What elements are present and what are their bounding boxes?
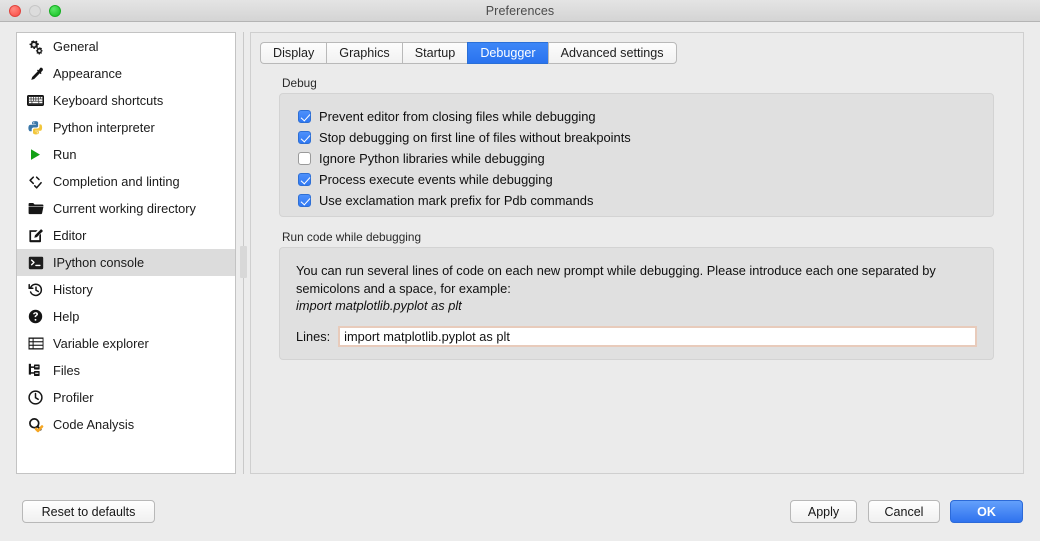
checkbox-checked-icon[interactable] [298, 194, 311, 207]
tab-graphics[interactable]: Graphics [326, 42, 402, 64]
checkbox-label: Ignore Python libraries while debugging [319, 151, 545, 166]
debug-checkbox-row[interactable]: Use exclamation mark prefix for Pdb comm… [298, 190, 993, 211]
dialog-body: General Appearance Keyboard shortcuts Pytho… [0, 22, 1040, 482]
sidebar-item-ipython-console[interactable]: IPython console [17, 249, 235, 276]
code-brackets-icon [27, 173, 44, 190]
sidebar-item-label: Editor [53, 228, 87, 243]
description-example: import matplotlib.pyplot as plt [296, 298, 462, 313]
preferences-sidebar[interactable]: General Appearance Keyboard shortcuts Pytho… [16, 32, 236, 474]
run-code-description: You can run several lines of code on eac… [296, 262, 977, 315]
sidebar-item-history[interactable]: History [17, 276, 235, 303]
folder-icon [27, 200, 44, 217]
sidebar-item-label: Help [53, 309, 80, 324]
console-prompt-icon [27, 254, 44, 271]
run-code-group-title: Run code while debugging [282, 230, 422, 244]
run-code-group-box: Run code while debugging You can run sev… [279, 230, 994, 360]
sidebar-item-label: IPython console [53, 255, 145, 270]
checkbox-checked-icon[interactable] [298, 173, 311, 186]
files-tree-icon [27, 362, 44, 379]
checkbox-label: Prevent editor from closing files while … [319, 109, 596, 124]
sidebar-item-help[interactable]: Help [17, 303, 235, 330]
question-circle-icon [27, 308, 44, 325]
cancel-button[interactable]: Cancel [868, 500, 940, 523]
sidebar-item-run[interactable]: Run [17, 141, 235, 168]
sidebar-item-label: Run [53, 147, 77, 162]
panel-splitter[interactable] [240, 32, 247, 474]
play-triangle-icon [27, 146, 44, 163]
window-controls [9, 5, 61, 17]
sidebar-item-current-working-directory[interactable]: Current working directory [17, 195, 235, 222]
lines-label: Lines: [296, 328, 331, 344]
checkbox-label: Use exclamation mark prefix for Pdb comm… [319, 193, 594, 208]
tab-startup[interactable]: Startup [401, 42, 468, 64]
zoom-button[interactable] [49, 5, 61, 17]
sidebar-item-code-analysis[interactable]: Code Analysis [17, 411, 235, 438]
sidebar-item-keyboard-shortcuts[interactable]: Keyboard shortcuts [17, 87, 235, 114]
sidebar-item-label: General [53, 39, 99, 54]
tab-display[interactable]: Display [260, 42, 327, 64]
sidebar-item-label: Files [53, 363, 81, 378]
lines-row: Lines: import matplotlib.pyplot as plt [296, 325, 977, 347]
sidebar-item-appearance[interactable]: Appearance [17, 60, 235, 87]
magnifier-check-icon [27, 416, 44, 433]
sidebar-item-label: Current working directory [53, 201, 196, 216]
sidebar-item-files[interactable]: Files [17, 357, 235, 384]
debug-checkbox-list: Prevent editor from closing files while … [280, 106, 993, 211]
checkbox-label: Process execute events while debugging [319, 172, 553, 187]
gears-icon [27, 38, 44, 55]
checkbox-unchecked-icon[interactable] [298, 152, 311, 165]
debug-checkbox-row[interactable]: Prevent editor from closing files while … [298, 106, 993, 127]
minimize-button[interactable] [29, 5, 41, 17]
sidebar-item-label: Profiler [53, 390, 94, 405]
tab-debugger[interactable]: Debugger [467, 42, 548, 64]
reset-to-defaults-button[interactable]: Reset to defaults [22, 500, 155, 523]
preferences-dialog: Preferences General Appearance Keyboard sh… [0, 0, 1040, 541]
debug-checkbox-row[interactable]: Process execute events while debugging [298, 169, 993, 190]
sidebar-item-label: Appearance [53, 66, 123, 81]
sidebar-item-completion-and-linting[interactable]: Completion and linting [17, 168, 235, 195]
debug-group-title: Debug [282, 76, 317, 90]
description-line-2: semicolons and a space, for example: [296, 280, 511, 296]
eyedropper-icon [27, 65, 44, 82]
content-panel: Display Graphics Startup Debugger Advanced s… [250, 32, 1024, 474]
history-clock-icon [27, 281, 44, 298]
sidebar-item-python-interpreter[interactable]: Python interpreter [17, 114, 235, 141]
checkbox-checked-icon[interactable] [298, 131, 311, 144]
sidebar-item-variable-explorer[interactable]: Variable explorer [17, 330, 235, 357]
sidebar-item-label: Variable explorer [53, 336, 149, 351]
sidebar-item-label: Completion and linting [53, 174, 180, 189]
checkbox-checked-icon[interactable] [298, 110, 311, 123]
checkbox-label: Stop debugging on first line of files wi… [319, 130, 631, 145]
lines-input[interactable]: import matplotlib.pyplot as plt [338, 325, 977, 347]
description-line-1: You can run several lines of code on eac… [296, 263, 936, 278]
apply-button[interactable]: Apply [790, 500, 857, 523]
sidebar-item-label: History [53, 282, 93, 297]
clock-icon [27, 389, 44, 406]
title-bar: Preferences [0, 0, 1040, 22]
settings-tab-bar[interactable]: Display Graphics Startup Debugger Advanced s… [260, 42, 677, 64]
pencil-square-icon [27, 227, 44, 244]
sidebar-item-label: Python interpreter [53, 120, 155, 135]
splitter-grip[interactable] [240, 246, 247, 278]
sidebar-item-general[interactable]: General [17, 33, 235, 60]
sidebar-item-label: Code Analysis [53, 417, 135, 432]
debug-checkbox-row[interactable]: Ignore Python libraries while debugging [298, 148, 993, 169]
table-grid-icon [27, 335, 44, 352]
close-button[interactable] [9, 5, 21, 17]
ok-button[interactable]: OK [950, 500, 1023, 523]
keyboard-icon [27, 92, 44, 109]
sidebar-item-profiler[interactable]: Profiler [17, 384, 235, 411]
sidebar-item-editor[interactable]: Editor [17, 222, 235, 249]
python-logo-icon [27, 119, 44, 136]
tab-advanced-settings[interactable]: Advanced settings [547, 42, 677, 64]
window-title: Preferences [485, 3, 555, 18]
debug-checkbox-row[interactable]: Stop debugging on first line of files wi… [298, 127, 993, 148]
sidebar-item-label: Keyboard shortcuts [53, 93, 164, 108]
debug-group-box: Debug Prevent editor from closing files … [279, 76, 994, 217]
